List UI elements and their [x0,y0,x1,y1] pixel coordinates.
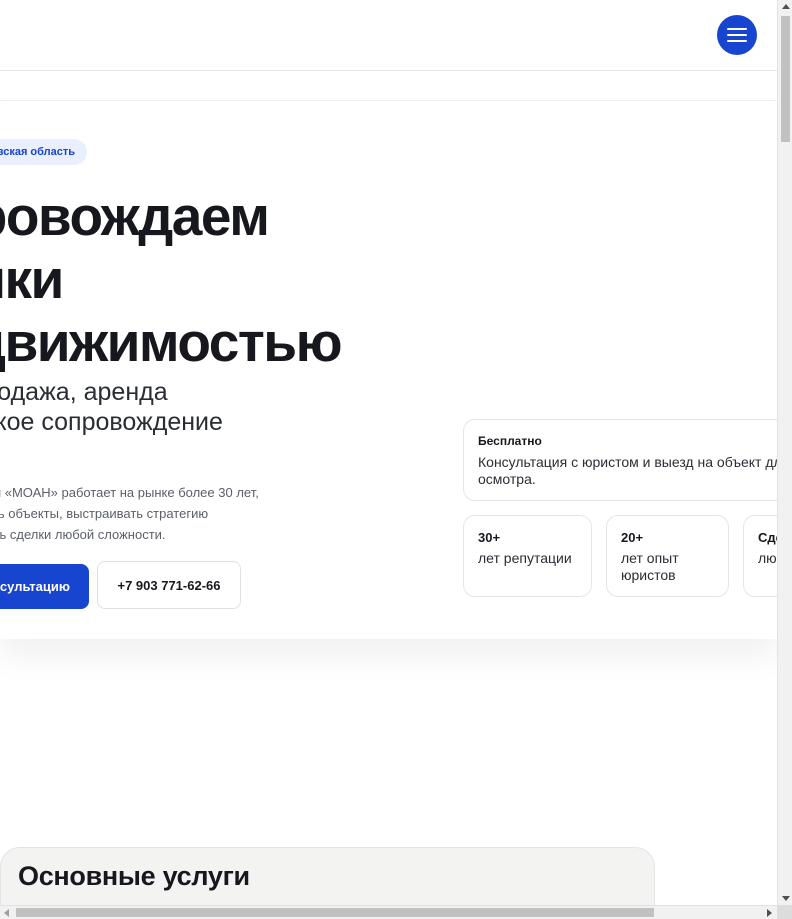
vertical-scrollbar[interactable] [777,0,792,905]
consultation-button[interactable]: нсультацию [0,564,89,609]
stat-value: 20+ [621,530,644,545]
page-viewport: овская область провождаем елки едвижимос… [0,0,777,905]
card-label: Бесплатно [478,434,542,448]
scroll-left-arrow-icon[interactable] [4,909,9,917]
services-section: Основные услуги [0,847,655,905]
hamburger-menu-icon [727,28,747,42]
vertical-scroll-thumb[interactable] [781,16,790,142]
card-text: Консультация с юристом и выезд на объект… [478,454,777,487]
stat-card-deals: Сде лю сло [743,515,777,597]
free-consultation-card: Бесплатно Консультация с юристом и выезд… [463,419,777,501]
scroll-right-arrow-icon[interactable] [767,909,772,917]
phone-button[interactable]: +7 903 771-62-66 [97,561,241,609]
hero-title-line: елки [0,248,64,310]
stat-value: Сде [758,530,777,545]
services-title: Основные услуги [18,861,250,891]
hero-title-line: едвижимостью [0,311,343,373]
hero-description-line: оценивать объекты, выстраивать стратегию [0,506,209,521]
scrollbar-corner [777,905,792,919]
top-navbar [0,0,777,71]
horizontal-scrollbar[interactable] [0,905,777,919]
hero-subtitle-line: ическое сопровождение [0,408,223,436]
menu-button[interactable] [717,15,757,55]
hero-title: провождаем елки едвижимостью [0,185,343,374]
hero-description-line: ижимости «МОАН» работает на рынке более … [0,485,259,500]
region-badge: овская область [0,139,88,165]
scroll-up-arrow-icon[interactable] [782,4,790,9]
horizontal-scroll-thumb[interactable] [16,908,654,917]
stat-value: 30+ [478,530,501,545]
stat-text: лю сло [758,550,777,566]
scroll-down-arrow-icon[interactable] [782,896,790,901]
hero-description: ижимости «МОАН» работает на рынке более … [0,482,259,545]
hero-section: овская область провождаем елки едвижимос… [0,100,777,639]
stat-text: лет репутации [478,550,572,566]
hero-subtitle: а, продажа, аренда ическое сопровождение [0,377,223,437]
hero-subtitle-line: а, продажа, аренда [0,378,168,406]
hero-description-line: ровождать сделки любой сложности. [0,527,166,542]
stat-card-lawyers: 20+ лет опыт юристов [606,515,729,597]
stat-text: лет опыт юристов [621,550,679,583]
hero-title-line: провождаем [0,185,270,247]
stat-card-reputation: 30+ лет репутации [463,515,592,597]
